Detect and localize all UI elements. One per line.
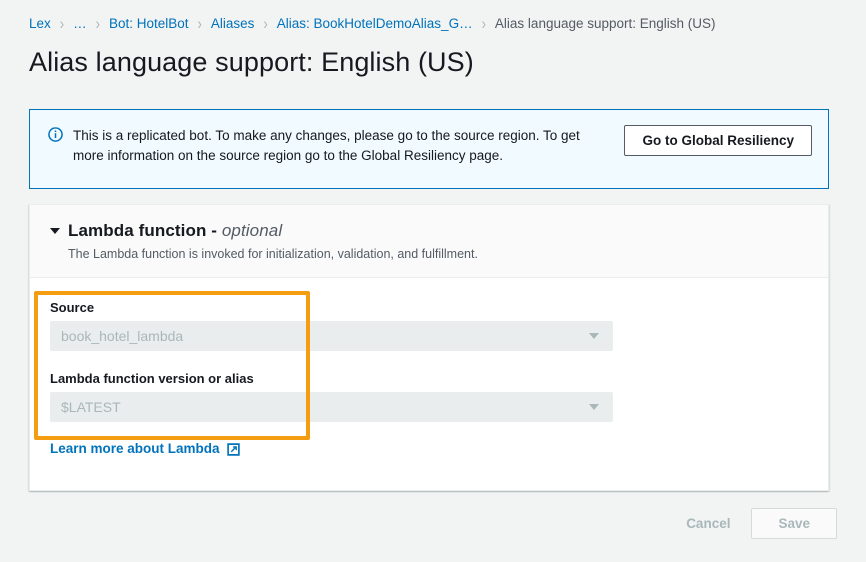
lambda-section-title: Lambda function - optional	[68, 221, 282, 241]
lambda-version-select-value: $LATEST	[61, 399, 589, 415]
go-to-global-resiliency-button[interactable]: Go to Global Resiliency	[624, 125, 812, 156]
breadcrumb-item-current: Alias language support: English (US)	[495, 16, 716, 31]
chevron-down-icon	[589, 404, 599, 410]
breadcrumb-item-lex[interactable]: Lex	[29, 16, 51, 31]
breadcrumb-item-bot[interactable]: Bot: HotelBot	[109, 16, 189, 31]
learn-more-label: Learn more about Lambda	[50, 441, 220, 456]
lambda-version-label: Lambda function version or alias	[50, 371, 808, 386]
breadcrumb-separator-icon: ›	[482, 14, 486, 33]
caret-down-icon[interactable]	[50, 228, 60, 234]
source-field-group: Source book_hotel_lambda	[50, 300, 808, 351]
lambda-section-title-text: Lambda function -	[68, 221, 222, 240]
breadcrumb-separator-icon: ›	[198, 14, 202, 33]
breadcrumb-separator-icon: ›	[96, 14, 100, 33]
breadcrumb-item-alias[interactable]: Alias: BookHotelDemoAlias_G…	[277, 16, 473, 31]
breadcrumb-item-aliases[interactable]: Aliases	[211, 16, 255, 31]
chevron-down-icon	[589, 333, 599, 339]
page-title: Alias language support: English (US)	[29, 45, 866, 79]
save-button[interactable]: Save	[751, 508, 837, 539]
lambda-version-select[interactable]: $LATEST	[50, 392, 613, 422]
source-label: Source	[50, 300, 808, 315]
breadcrumb-separator-icon: ›	[263, 14, 267, 33]
lambda-version-field-group: Lambda function version or alias $LATEST	[50, 371, 808, 422]
info-circle-icon	[48, 127, 63, 142]
form-actions: Cancel Save	[673, 508, 837, 539]
lambda-section-optional-label: optional	[222, 221, 282, 240]
learn-more-about-lambda-link[interactable]: Learn more about Lambda	[50, 441, 240, 456]
replicated-bot-alert: This is a replicated bot. To make any ch…	[29, 109, 829, 189]
lambda-card-body: Source book_hotel_lambda Lambda function…	[30, 278, 828, 476]
lambda-function-card: Lambda function - optional The Lambda fu…	[29, 204, 829, 491]
external-link-icon	[227, 443, 240, 456]
source-select-value: book_hotel_lambda	[61, 328, 589, 344]
breadcrumb-separator-icon: ›	[60, 14, 64, 33]
field-spacer	[50, 351, 808, 371]
cancel-button[interactable]: Cancel	[673, 509, 743, 538]
lambda-card-header: Lambda function - optional The Lambda fu…	[30, 205, 828, 278]
lambda-section-description: The Lambda function is invoked for initi…	[68, 245, 808, 263]
source-select[interactable]: book_hotel_lambda	[50, 321, 613, 351]
breadcrumb-item-ellipsis[interactable]: …	[73, 16, 87, 31]
alert-message: This is a replicated bot. To make any ch…	[73, 125, 610, 166]
breadcrumb: Lex › … › Bot: HotelBot › Aliases › Alia…	[0, 0, 866, 34]
